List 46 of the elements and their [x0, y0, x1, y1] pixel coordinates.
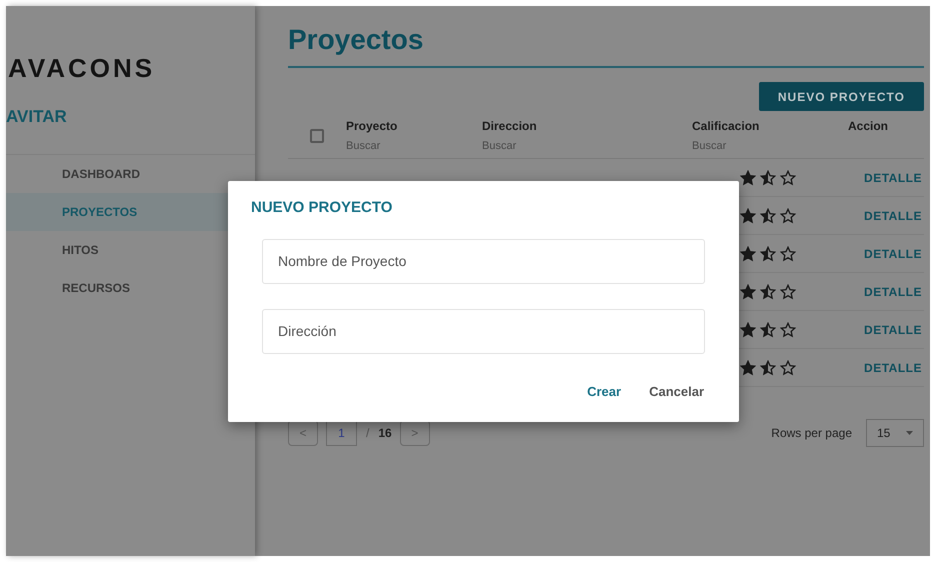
empty-star-icon — [780, 246, 796, 262]
filled-star-icon — [740, 322, 756, 338]
column-filter-field[interactable]: Buscar — [692, 138, 782, 154]
filled-star-icon — [740, 284, 756, 300]
detail-link[interactable]: DETALLE — [864, 206, 922, 224]
column-header[interactable]: Direccion — [482, 117, 692, 135]
empty-star-icon — [780, 208, 796, 224]
text-field[interactable]: Nombre de Proyecto — [262, 238, 705, 284]
create-button[interactable]: Crear — [587, 382, 622, 401]
empty-star-icon — [780, 170, 796, 186]
detail-link[interactable]: DETALLE — [864, 244, 922, 262]
column-filter-field[interactable]: Buscar — [482, 138, 572, 154]
empty-star-icon — [780, 360, 796, 376]
empty-star-icon — [780, 284, 796, 300]
column-header[interactable]: Proyecto — [346, 117, 482, 135]
detail-link[interactable]: DETALLE — [864, 168, 922, 186]
rows-per-page-label: Rows per page — [771, 425, 852, 442]
rows-per-page-select[interactable]: 15 — [866, 419, 924, 447]
column-filter-field[interactable]: Buscar — [346, 138, 436, 154]
half-star-icon — [760, 284, 776, 300]
text-field[interactable]: Dirección — [262, 308, 705, 354]
user-name: AVITAR — [6, 106, 68, 128]
caret-icon — [906, 431, 913, 435]
page-separator: / — [366, 425, 370, 442]
detail-link[interactable]: DETALLE — [864, 320, 922, 338]
filled-star-icon — [740, 246, 756, 262]
select-all-checkbox[interactable] — [310, 128, 324, 142]
brand-logo: AVACONS — [8, 52, 156, 85]
page-title: Proyectos — [288, 23, 424, 57]
cancel-button[interactable]: Cancelar — [649, 382, 704, 401]
total-pages: 16 — [378, 425, 392, 442]
filled-star-icon — [740, 208, 756, 224]
detail-link[interactable]: DETALLE — [864, 358, 922, 376]
half-star-icon — [760, 246, 776, 262]
filled-star-icon — [740, 170, 756, 186]
column-header[interactable]: Accion — [848, 117, 924, 135]
half-star-icon — [760, 322, 776, 338]
half-star-icon — [760, 208, 776, 224]
column-header[interactable]: Calificacion — [692, 117, 842, 135]
empty-star-icon — [780, 322, 796, 338]
half-star-icon — [760, 170, 776, 186]
detail-link[interactable]: DETALLE — [864, 282, 922, 300]
half-star-icon — [760, 360, 776, 376]
new-project-button[interactable]: NUEVO PROYECTO — [758, 82, 924, 111]
sidebar-item[interactable]: DASHBOARD — [6, 154, 255, 192]
filled-star-icon — [740, 360, 756, 376]
